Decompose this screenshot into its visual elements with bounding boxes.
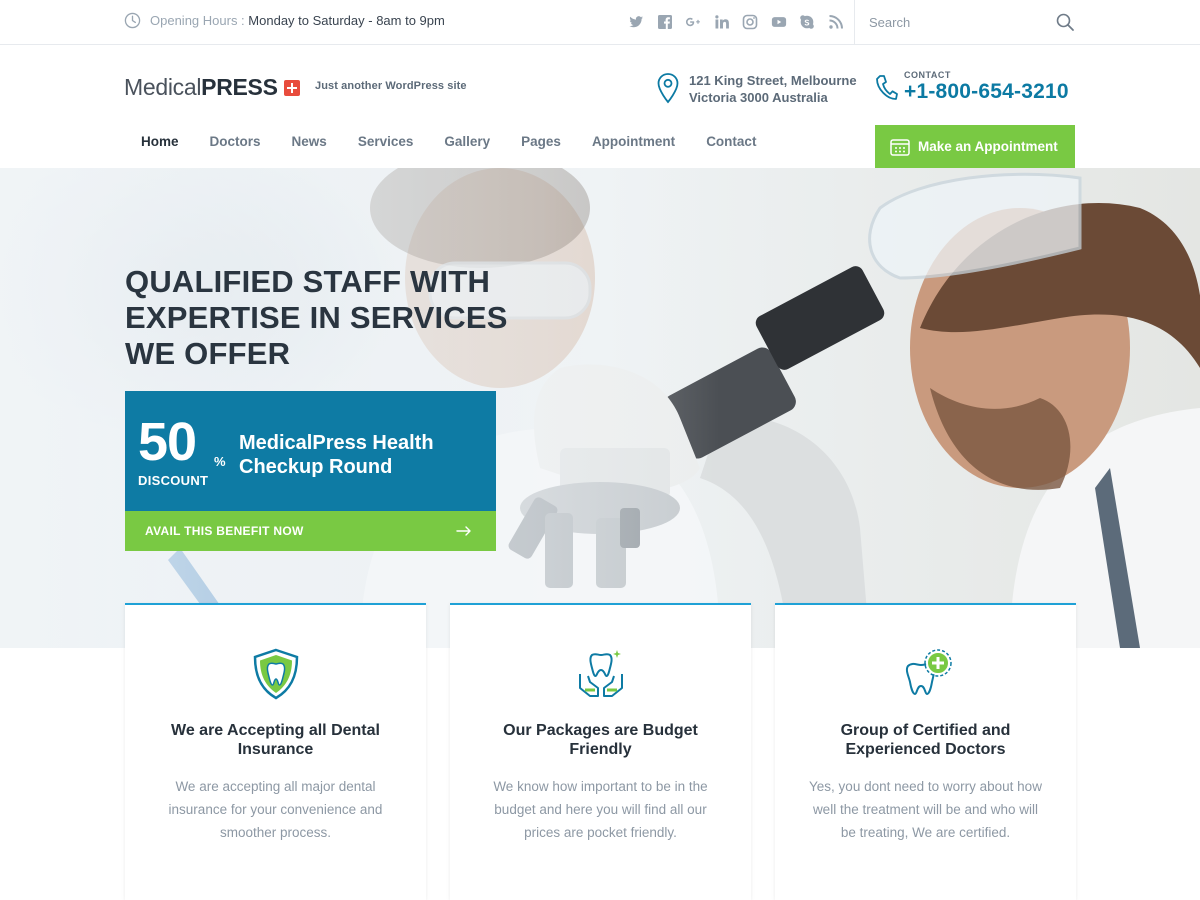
feature-card-insurance: We are Accepting all Dental Insurance We… xyxy=(125,603,426,900)
nav-item-services[interactable]: Services xyxy=(358,134,414,149)
facebook-icon[interactable] xyxy=(655,13,675,31)
avail-benefit-label: AVAIL THIS BENEFIT NOW xyxy=(145,524,304,538)
site-logo[interactable]: Medical PRESS xyxy=(124,74,300,101)
phone-icon xyxy=(876,75,898,100)
contact-label: CONTACT xyxy=(904,70,951,80)
opening-hours: Opening Hours : Monday to Saturday - 8am… xyxy=(124,12,445,29)
make-appointment-label: Make an Appointment xyxy=(918,139,1058,154)
nav-item-doctors[interactable]: Doctors xyxy=(210,134,261,149)
clock-icon xyxy=(124,12,141,29)
nav-item-contact[interactable]: Contact xyxy=(706,134,756,149)
avail-benefit-button[interactable]: AVAIL THIS BENEFIT NOW xyxy=(125,511,496,551)
promo-percent-sign: % xyxy=(214,454,226,469)
promo-box: 50 % DISCOUNT MedicalPress Health Checku… xyxy=(125,391,496,551)
search-input[interactable] xyxy=(869,12,1039,32)
rss-icon[interactable] xyxy=(826,13,846,31)
tooth-plus-icon xyxy=(905,649,952,696)
calendar-icon xyxy=(890,138,910,156)
search-icon[interactable] xyxy=(1055,12,1075,32)
feature-card-doctors: Group of Certified and Experienced Docto… xyxy=(775,603,1076,900)
twitter-icon[interactable] xyxy=(626,13,646,31)
linkedin-icon[interactable] xyxy=(712,13,732,31)
logo-text-press: PRESS xyxy=(201,74,278,100)
promo-discount-label: DISCOUNT xyxy=(138,473,209,488)
top-bar: Opening Hours : Monday to Saturday - 8am… xyxy=(0,0,1200,45)
tooth-hands-icon xyxy=(578,650,623,697)
social-links xyxy=(626,13,854,31)
site-tagline: Just another WordPress site xyxy=(315,80,467,92)
feature-text: We are accepting all major dental insura… xyxy=(168,779,383,840)
youtube-icon[interactable] xyxy=(769,13,789,31)
opening-hours-value: Monday to Saturday - 8am to 9pm xyxy=(248,13,445,28)
medical-cross-icon xyxy=(283,79,300,96)
nav-item-news[interactable]: News xyxy=(292,134,327,149)
dental-shield-icon xyxy=(253,648,298,700)
logo-text-medical: Medical xyxy=(124,74,202,100)
promo-title: MedicalPress Health Checkup Round xyxy=(239,432,434,478)
arrow-right-icon xyxy=(456,526,471,536)
make-appointment-button[interactable]: Make an Appointment xyxy=(875,125,1075,168)
feature-text: Yes, you dont need to worry about how we… xyxy=(809,779,1042,840)
promo-discount-number: 50 xyxy=(138,412,197,472)
address-line-1: 121 King Street, Melbourne xyxy=(689,73,857,88)
instagram-icon[interactable] xyxy=(740,13,760,31)
search-box xyxy=(854,0,1076,45)
feature-title: Group of Certified and Experienced Docto… xyxy=(840,722,1011,758)
google-plus-icon[interactable] xyxy=(683,13,703,31)
nav-item-appointment[interactable]: Appointment xyxy=(592,134,675,149)
skype-icon[interactable] xyxy=(797,13,817,31)
promo-panel: 50 % DISCOUNT MedicalPress Health Checku… xyxy=(125,391,496,511)
feature-title: We are Accepting all Dental Insurance xyxy=(171,722,380,758)
address-line-2: Victoria 3000 Australia xyxy=(689,90,828,105)
header-contact: CONTACT +1-800-654-3210 xyxy=(874,70,1069,104)
nav-item-pages[interactable]: Pages xyxy=(521,134,561,149)
hero-banner: QUALIFIED STAFF WITH EXPERTISE IN SERVIC… xyxy=(0,168,1200,648)
address-text: 121 King Street, Melbourne Victoria 3000… xyxy=(689,72,857,106)
nav-item-home[interactable]: Home xyxy=(141,134,179,149)
feature-text: We know how important to be in the budge… xyxy=(493,779,708,840)
feature-title: Our Packages are Budget Friendly xyxy=(503,722,698,758)
phone-number[interactable]: +1-800-654-3210 xyxy=(904,80,1069,104)
header-address: 121 King Street, Melbourne Victoria 3000… xyxy=(656,72,857,106)
main-nav: Home Doctors News Services Gallery Pages… xyxy=(124,134,787,149)
opening-hours-label: Opening Hours : xyxy=(150,13,245,28)
feature-card-budget: Our Packages are Budget Friendly We know… xyxy=(450,603,751,900)
contact-text: CONTACT +1-800-654-3210 xyxy=(904,70,1069,104)
location-pin-icon xyxy=(657,73,679,104)
hero-title: QUALIFIED STAFF WITH EXPERTISE IN SERVIC… xyxy=(125,264,508,371)
nav-item-gallery[interactable]: Gallery xyxy=(444,134,490,149)
